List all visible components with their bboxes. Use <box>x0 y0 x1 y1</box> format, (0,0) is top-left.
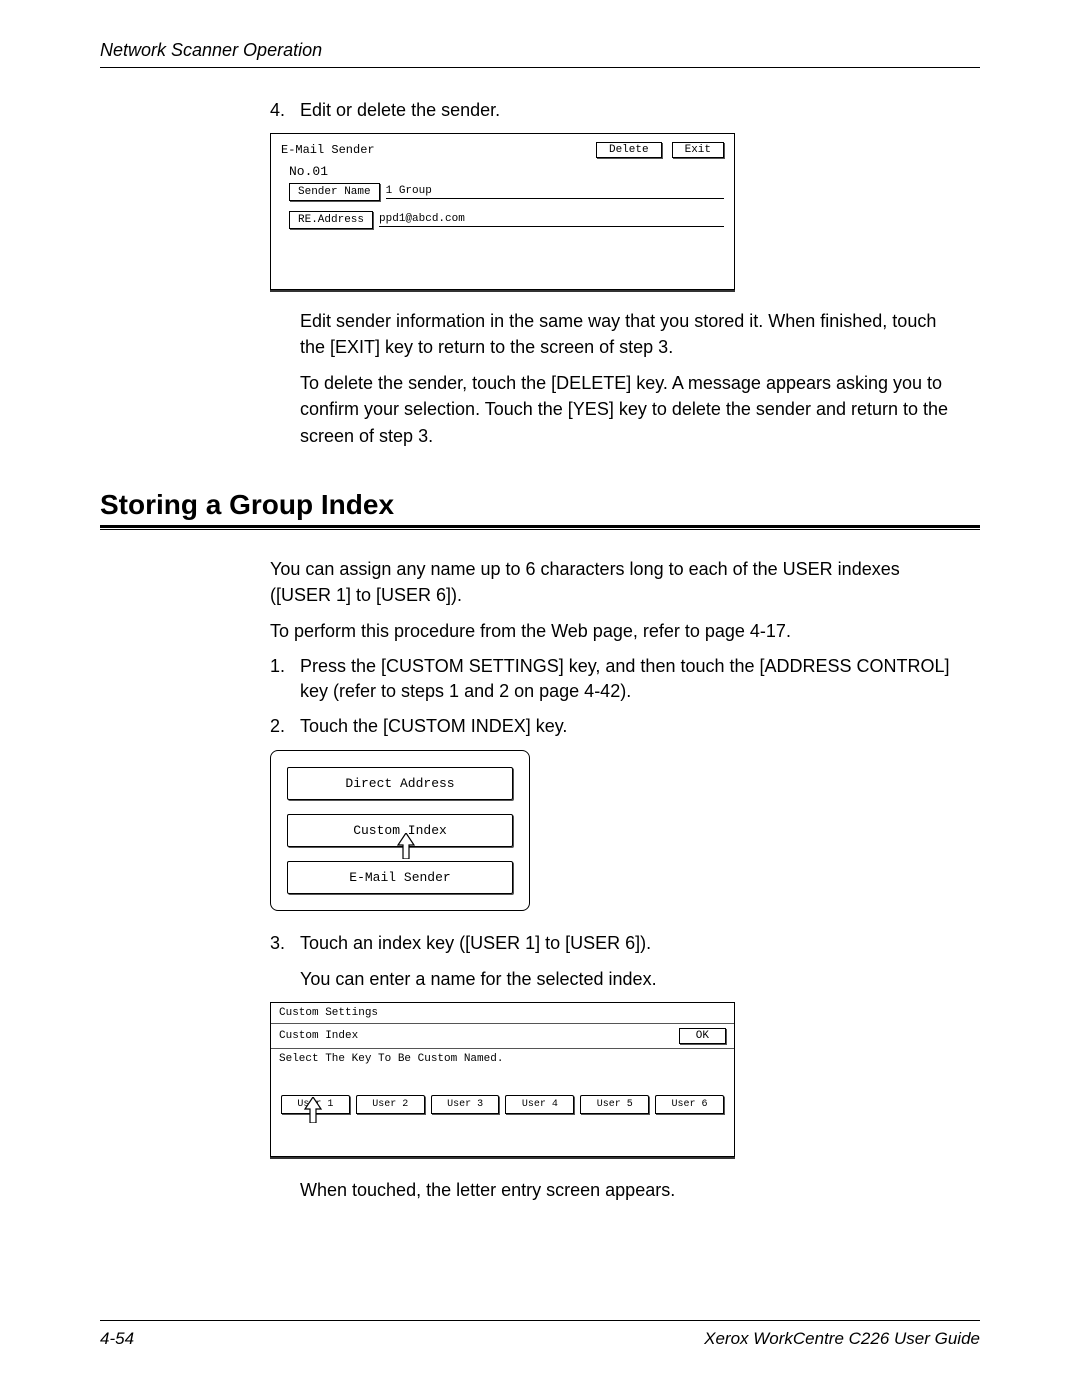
step4-para2: To delete the sender, touch the [DELETE]… <box>300 370 960 448</box>
step-3: 3. Touch an index key ([USER 1] to [USER… <box>270 931 960 956</box>
sender-name-button[interactable]: Sender Name <box>289 183 380 201</box>
exit-button[interactable]: Exit <box>672 142 724 158</box>
ok-button[interactable]: OK <box>679 1028 726 1044</box>
re-address-button[interactable]: RE.Address <box>289 211 373 229</box>
page-number: 4-54 <box>100 1329 134 1349</box>
step-1-number: 1. <box>270 654 300 704</box>
user-4-tab[interactable]: User 4 <box>505 1095 574 1114</box>
step-2-text: Touch the [CUSTOM INDEX] key. <box>300 714 960 739</box>
custom-index-button[interactable]: Custom Index <box>287 814 513 847</box>
page-footer: 4-54 Xerox WorkCentre C226 User Guide <box>100 1320 980 1349</box>
panel3-instruction-row: Select The Key To Be Custom Named. <box>271 1049 734 1069</box>
panel3-title: Custom Settings <box>279 1007 378 1019</box>
step-1: 1. Press the [CUSTOM SETTINGS] key, and … <box>270 654 960 704</box>
panel1-no: No.01 <box>289 164 724 179</box>
step4-para1: Edit sender information in the same way … <box>300 308 960 360</box>
address-menu-panel: Direct Address Custom Index E-Mail Sende… <box>270 750 530 911</box>
step-4-text: Edit or delete the sender. <box>300 98 960 123</box>
step-4: 4. Edit or delete the sender. <box>270 98 960 123</box>
panel1-title: E-Mail Sender <box>281 143 586 157</box>
email-sender-button[interactable]: E-Mail Sender <box>287 861 513 894</box>
panel3-title-row: Custom Settings <box>271 1003 734 1024</box>
header-section-title: Network Scanner Operation <box>100 40 322 61</box>
section-heading: Storing a Group Index <box>100 489 980 528</box>
user-6-tab[interactable]: User 6 <box>655 1095 724 1114</box>
user-5-tab[interactable]: User 5 <box>580 1095 649 1114</box>
delete-button[interactable]: Delete <box>596 142 662 158</box>
step-2-number: 2. <box>270 714 300 739</box>
sender-name-value: 1 Group <box>386 185 724 199</box>
direct-address-button[interactable]: Direct Address <box>287 767 513 800</box>
step-3-text: Touch an index key ([USER 1] to [USER 6]… <box>300 931 960 956</box>
re-address-value: ppd1@abcd.com <box>379 213 724 227</box>
step-3-sub: You can enter a name for the selected in… <box>300 966 960 992</box>
step-2: 2. Touch the [CUSTOM INDEX] key. <box>270 714 960 739</box>
user-2-tab[interactable]: User 2 <box>356 1095 425 1114</box>
panel3-tabs: User 1 User 2 User 3 User 4 User 5 User … <box>271 1069 734 1156</box>
pointer-arrow-icon <box>396 833 416 859</box>
step-4-number: 4. <box>270 98 300 123</box>
step-1-text: Press the [CUSTOM SETTINGS] key, and the… <box>300 654 960 704</box>
step-3-number: 3. <box>270 931 300 956</box>
intro-p2: To perform this procedure from the Web p… <box>270 618 960 644</box>
guide-title: Xerox WorkCentre C226 User Guide <box>704 1329 980 1349</box>
step-3-after: When touched, the letter entry screen ap… <box>300 1177 960 1203</box>
pointer-arrow-icon <box>303 1097 323 1123</box>
page-header: Network Scanner Operation <box>100 40 980 68</box>
intro-p1: You can assign any name up to 6 characte… <box>270 556 960 608</box>
user-3-tab[interactable]: User 3 <box>431 1095 500 1114</box>
custom-index-panel: Custom Settings Custom Index OK Select T… <box>270 1002 735 1157</box>
panel3-sub-row: Custom Index OK <box>271 1024 734 1049</box>
panel3-sub: Custom Index <box>279 1030 358 1042</box>
panel3-instruction: Select The Key To Be Custom Named. <box>279 1053 503 1065</box>
email-sender-panel: E-Mail Sender Delete Exit No.01 Sender N… <box>270 133 735 290</box>
